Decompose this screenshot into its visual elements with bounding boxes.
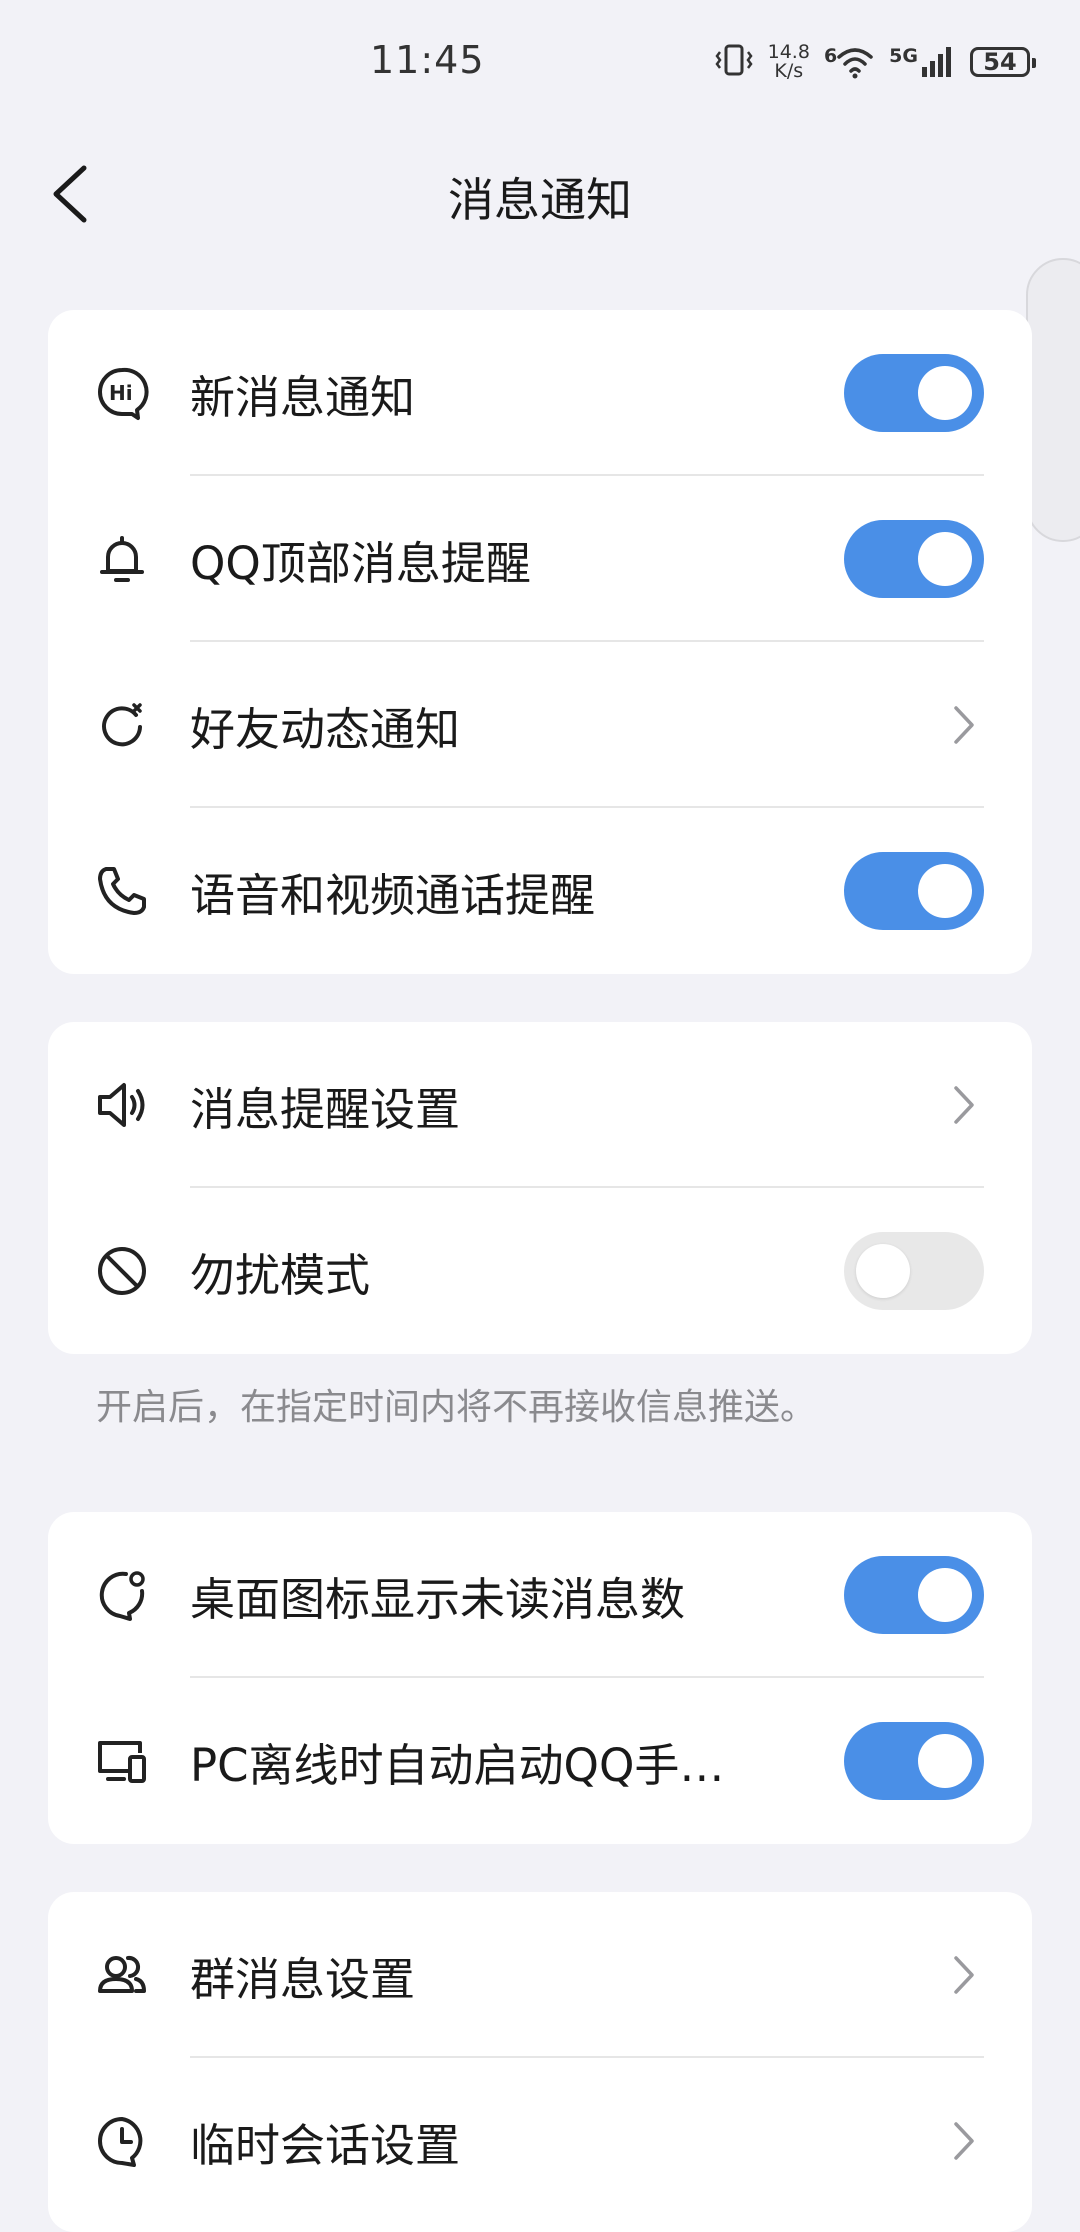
toggle-knob — [918, 864, 972, 918]
friend-activity-notification-row[interactable]: 好友动态通知 — [48, 642, 1032, 808]
phone-icon — [94, 863, 150, 919]
cellular-signal-icon: 5G — [889, 45, 956, 79]
temporary-session-settings-row[interactable]: 临时会话设置 — [48, 2058, 1032, 2224]
clock-bubble-icon — [94, 2113, 150, 2169]
new-message-toggle[interactable] — [844, 354, 984, 432]
row-label: PC离线时自动启动QQ手… — [190, 1738, 725, 1792]
pc-offline-auto-start-row[interactable]: PC离线时自动启动QQ手… — [48, 1678, 1032, 1844]
group-message-settings-row[interactable]: 群消息设置 — [48, 1892, 1032, 2058]
row-label: 好友动态通知 — [190, 702, 461, 756]
desktop-unread-badge-row[interactable]: 桌面图标显示未读消息数 — [48, 1512, 1032, 1678]
row-label: 语音和视频通话提醒 — [190, 868, 596, 922]
do-not-disturb-hint: 开启后，在指定时间内将不再接收信息推送。 — [96, 1387, 817, 1428]
no-entry-icon — [94, 1243, 150, 1299]
group-icon — [94, 1947, 150, 2003]
net-speed-unit: K/s — [774, 60, 804, 82]
row-label: 临时会话设置 — [190, 2118, 461, 2172]
row-label: QQ顶部消息提醒 — [190, 536, 531, 590]
row-label: 群消息设置 — [190, 1952, 416, 2006]
voice-video-call-alert-row[interactable]: 语音和视频通话提醒 — [48, 808, 1032, 974]
pc-offline-toggle[interactable] — [844, 1722, 984, 1800]
badge-bubble-icon — [94, 1567, 150, 1623]
do-not-disturb-toggle[interactable] — [844, 1232, 984, 1310]
toggle-knob — [918, 1734, 972, 1788]
refresh-star-icon — [94, 697, 150, 753]
chevron-right-icon[interactable] — [944, 2116, 984, 2166]
do-not-disturb-row[interactable]: 勿扰模式 — [48, 1188, 1032, 1354]
battery-indicator: 54 — [970, 47, 1036, 77]
row-label: 新消息通知 — [190, 370, 416, 424]
status-icons: 14.8 K/s 6 5G 54 — [714, 40, 1036, 84]
row-label: 勿扰模式 — [190, 1248, 371, 1302]
page-title: 消息通知 — [448, 173, 632, 227]
toggle-knob — [918, 1568, 972, 1622]
status-bar: 11:45 14.8 K/s 6 5G 54 — [0, 0, 1080, 124]
signal-label: 5G — [889, 45, 918, 67]
notification-group-card: Hi 新消息通知 QQ顶部消息提醒 好友动态通知 语音和视频通话提醒 — [48, 310, 1032, 974]
vibrate-icon — [714, 42, 754, 82]
toggle-knob — [918, 366, 972, 420]
chevron-right-icon[interactable] — [944, 700, 984, 750]
unread-badge-toggle[interactable] — [844, 1556, 984, 1634]
svg-text:Hi: Hi — [109, 381, 133, 405]
badge-group-card: 桌面图标显示未读消息数 PC离线时自动启动QQ手… — [48, 1512, 1032, 1844]
network-speed: 14.8 K/s — [768, 43, 810, 81]
message-reminder-settings-row[interactable]: 消息提醒设置 — [48, 1022, 1032, 1188]
row-label: 消息提醒设置 — [190, 1082, 461, 1136]
toggle-knob — [918, 532, 972, 586]
qq-top-alert-toggle[interactable] — [844, 520, 984, 598]
devices-icon — [94, 1733, 150, 1789]
bell-icon — [94, 531, 150, 587]
speaker-icon — [94, 1077, 150, 1133]
reminder-group-card: 消息提醒设置 勿扰模式 — [48, 1022, 1032, 1354]
chevron-right-icon[interactable] — [944, 1950, 984, 2000]
toggle-knob — [856, 1244, 910, 1298]
edge-handle[interactable] — [1026, 258, 1080, 542]
nav-bar: 消息通知 — [0, 124, 1080, 264]
hi-bubble-icon: Hi — [94, 365, 150, 421]
new-message-notification-row[interactable]: Hi 新消息通知 — [48, 310, 1032, 476]
call-alert-toggle[interactable] — [844, 852, 984, 930]
wifi-icon: 6 — [824, 45, 875, 79]
chevron-right-icon[interactable] — [944, 1080, 984, 1130]
qq-top-message-alert-row[interactable]: QQ顶部消息提醒 — [48, 476, 1032, 642]
row-label: 桌面图标显示未读消息数 — [190, 1572, 686, 1626]
status-time: 11:45 — [370, 38, 485, 82]
session-group-card: 群消息设置 临时会话设置 — [48, 1892, 1032, 2232]
